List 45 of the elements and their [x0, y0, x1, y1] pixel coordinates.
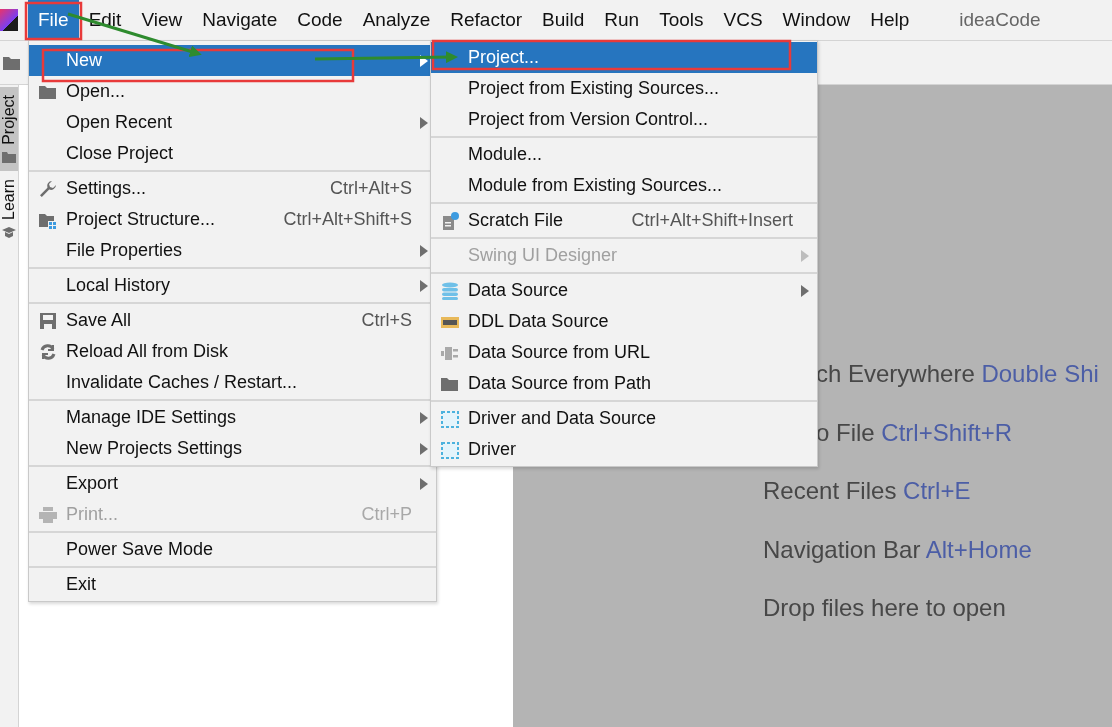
shortcut-text: Alt+Home	[925, 535, 1032, 563]
hint-text: Recent Files	[763, 477, 897, 504]
tool-window-tab[interactable]: Project	[0, 87, 18, 171]
menu-bar-item[interactable]: Navigate	[192, 0, 288, 40]
wrench-icon	[37, 179, 58, 198]
menu-bar-item[interactable]: Code	[287, 0, 353, 40]
menu-item[interactable]: Driver	[431, 434, 817, 465]
menu-bar-item[interactable]: VCS	[713, 0, 773, 40]
menu-item[interactable]: Project from Version Control...	[431, 104, 817, 135]
menu-bar-item[interactable]: View	[131, 0, 193, 40]
menu-item[interactable]: Module from Existing Sources...	[431, 170, 817, 201]
menu-bar-item[interactable]: Help	[860, 0, 920, 40]
shortcut-text: Ctrl+E	[903, 477, 971, 504]
graduation-cap-icon	[2, 225, 16, 238]
project-title: ideaCode	[959, 9, 1041, 31]
database-icon	[439, 281, 460, 300]
folder-icon	[2, 150, 16, 163]
highlight-frame	[24, 1, 83, 41]
menu-item[interactable]: Scratch File Ctrl+Alt+Shift+Insert	[431, 205, 817, 236]
menu-item[interactable]: Project...	[431, 42, 817, 73]
menu-bar-item[interactable]: Window	[772, 0, 861, 40]
menu-item[interactable]: Exit	[29, 569, 436, 600]
menu-item[interactable]: DDL Data Source	[431, 306, 817, 337]
hint-text: Navigation Bar	[763, 535, 921, 563]
menu-item[interactable]: Driver and Data Source	[431, 403, 817, 434]
tool-window-tab[interactable]: Learn	[0, 170, 18, 246]
menu-item[interactable]: Data Source from Path	[431, 368, 817, 399]
shortcut-text: Double Shi	[981, 360, 1099, 387]
menu-item[interactable]: Project from Existing Sources...	[431, 73, 817, 104]
hint-text: ch Everywhere	[816, 360, 975, 387]
menu-bar-item[interactable]: Tools	[649, 0, 714, 40]
app-logo-icon	[0, 9, 18, 31]
menu-item[interactable]: Data Source from URL	[431, 337, 817, 368]
menu-item[interactable]: Module...	[431, 139, 817, 170]
printer-icon	[37, 505, 58, 524]
menu-bar-item[interactable]: Refactor	[440, 0, 533, 40]
menu-bar-item[interactable]: Analyze	[352, 0, 441, 40]
menu-bar-item[interactable]: Build	[532, 0, 595, 40]
hint-text: Drop files here to open	[763, 594, 1006, 621]
dashed-square-icon	[439, 440, 460, 459]
menu-bar-item[interactable]: Run	[594, 0, 650, 40]
dashed-square-icon	[439, 409, 460, 428]
shortcut-text: Ctrl+Shift+R	[881, 418, 1013, 446]
menu-item[interactable]: Power Save Mode	[29, 534, 436, 565]
menu-item[interactable]: Export	[29, 468, 436, 499]
